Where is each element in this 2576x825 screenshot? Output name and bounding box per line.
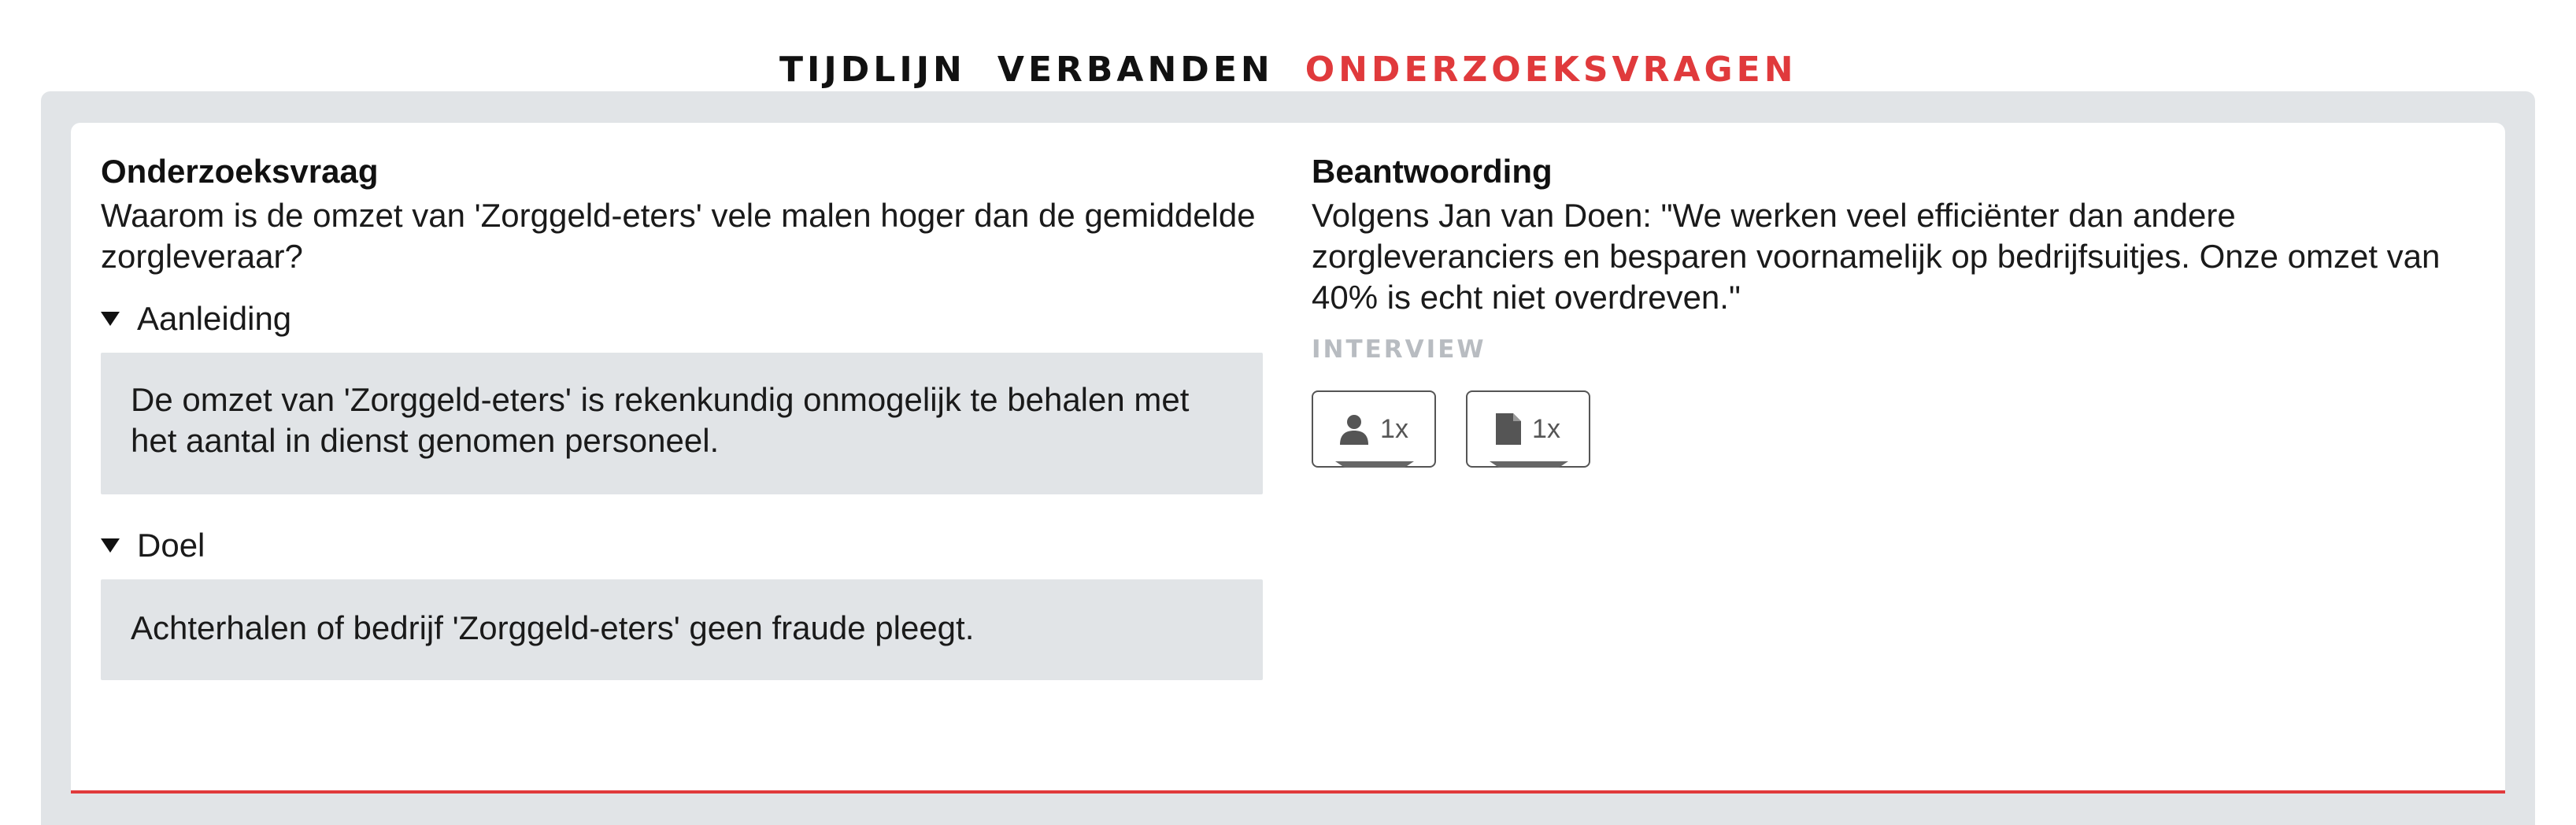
answer-heading: Beantwoording: [1312, 153, 1553, 190]
answer-text: Volgens Jan van Doen: "We werken veel ef…: [1312, 197, 2441, 316]
question-column: Onderzoeksvraag Waarom is de omzet van '…: [101, 151, 1263, 680]
chip-notch: [1335, 461, 1414, 468]
chip-count: 1x: [1532, 413, 1560, 444]
triangle-down-icon: [101, 312, 120, 326]
toggle-label: Doel: [137, 527, 205, 564]
aanleiding-box: De omzet van 'Zorggeld-eters' is rekenku…: [101, 353, 1263, 494]
document-icon: [1496, 413, 1522, 445]
person-chip[interactable]: 1x: [1312, 390, 1436, 468]
tab-tijdlijn[interactable]: TIJDLIJN: [764, 44, 982, 96]
tab-list: TIJDLIJN VERBANDEN ONDERZOEKSVRAGEN: [764, 44, 1813, 96]
person-icon: [1340, 415, 1369, 445]
content-panel: Onderzoeksvraag Waarom is de omzet van '…: [41, 91, 2535, 825]
triangle-down-icon: [101, 538, 120, 553]
doel-box: Achterhalen of bedrijf 'Zorggeld-eters' …: [101, 579, 1263, 680]
document-chip[interactable]: 1x: [1466, 390, 1590, 468]
question-text: Waarom is de omzet van 'Zorggeld-eters' …: [101, 197, 1256, 275]
tab-onderzoeksvragen[interactable]: ONDERZOEKSVRAGEN: [1289, 44, 1813, 96]
tab-bar: TIJDLIJN VERBANDEN ONDERZOEKSVRAGEN: [0, 44, 2576, 96]
source-label: INTERVIEW: [1312, 335, 1486, 364]
toggle-label: Aanleiding: [137, 300, 292, 337]
chip-count: 1x: [1380, 413, 1408, 444]
question-heading: Onderzoeksvraag: [101, 153, 379, 190]
toggle-aanleiding[interactable]: Aanleiding: [101, 298, 1263, 340]
toggle-doel[interactable]: Doel: [101, 524, 1263, 567]
chip-notch: [1490, 461, 1568, 468]
answer-column: Beantwoording Volgens Jan van Doen: "We …: [1312, 151, 2477, 468]
evidence-chips: 1x 1x: [1312, 390, 2477, 468]
question-card: Onderzoeksvraag Waarom is de omzet van '…: [71, 123, 2505, 794]
tab-verbanden[interactable]: VERBANDEN: [982, 44, 1290, 96]
